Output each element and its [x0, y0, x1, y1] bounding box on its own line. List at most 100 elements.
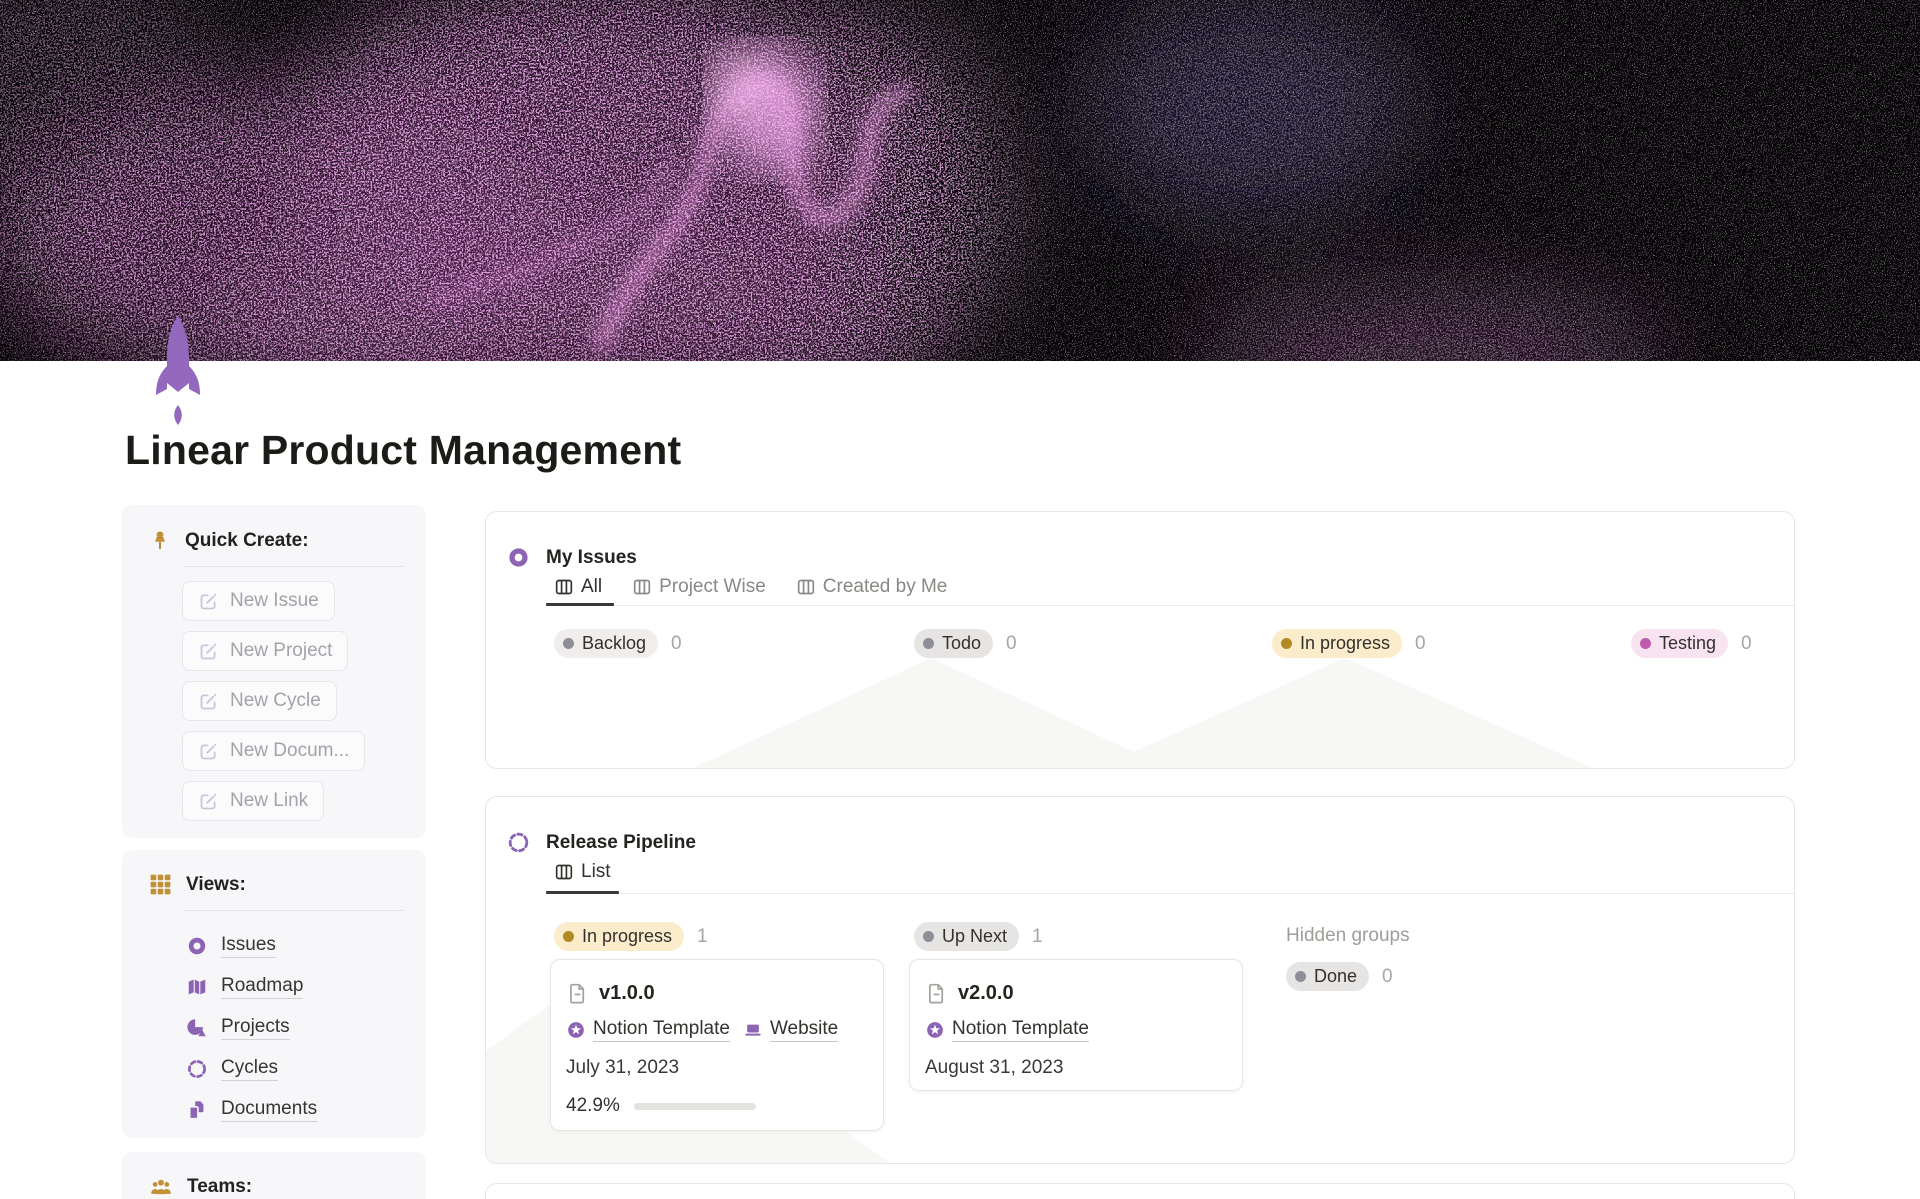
compose-icon — [200, 793, 217, 809]
group-count: 0 — [1741, 632, 1752, 654]
status-badge[interactable]: Done — [1286, 962, 1370, 991]
notion-badge-icon — [568, 1022, 584, 1038]
pages-icon — [188, 1100, 204, 1120]
divider — [546, 605, 1794, 606]
database-title: My Issues — [546, 546, 637, 568]
release-date: August 31, 2023 — [925, 1057, 1064, 1078]
group-testing: Testing 0 — [1631, 629, 1752, 658]
release-card-v2[interactable]: v2.0.0 Notion Template August 31, 2023 — [909, 959, 1243, 1091]
button-label: New Project — [230, 640, 333, 661]
tab-label: Project Wise — [659, 576, 766, 597]
group-count: 0 — [1006, 632, 1017, 654]
teams-box: Teams: — [122, 1152, 426, 1199]
quick-create-heading: Quick Create: — [185, 530, 309, 551]
status-label: Backlog — [582, 633, 647, 653]
status-badge[interactable]: Up Next — [914, 922, 1020, 951]
link-label: Notion Template — [593, 1018, 730, 1042]
status-dot — [923, 638, 934, 649]
new-cycle-button[interactable]: New Cycle — [182, 681, 337, 721]
release-title: v2.0.0 — [958, 982, 1014, 1004]
map-icon — [188, 979, 206, 994]
new-link-button[interactable]: New Link — [182, 781, 325, 821]
compose-icon — [200, 743, 217, 759]
tab-project-wise[interactable]: Project Wise — [632, 576, 766, 598]
status-badge[interactable]: Todo — [914, 629, 994, 658]
release-card-v1[interactable]: v1.0.0 Notion Template Website July 31, … — [550, 959, 884, 1131]
status-label: Testing — [1659, 633, 1717, 653]
group-up-next: Up Next 1 — [914, 922, 1043, 951]
decorative-triangle — [691, 658, 1171, 768]
target-icon — [188, 937, 206, 954]
laptop-icon — [745, 1024, 761, 1036]
sidebar-item-projects[interactable]: Projects — [186, 1007, 290, 1048]
status-dot — [1640, 638, 1651, 649]
sidebar-item-issues[interactable]: Issues — [186, 925, 276, 966]
sidebar-item-roadmap[interactable]: Roadmap — [186, 966, 304, 1007]
status-badge[interactable]: In progress — [1272, 629, 1403, 658]
tab-label: All — [581, 576, 603, 597]
grid-icon — [150, 874, 171, 895]
tab-created-by-me[interactable]: Created by Me — [796, 576, 948, 598]
button-label: New Docum... — [230, 740, 350, 761]
status-badge[interactable]: Backlog — [554, 629, 659, 658]
board-icon — [555, 579, 573, 595]
sidebar-item-documents[interactable]: Documents — [186, 1089, 318, 1130]
sidebar-link-label: Documents — [221, 1098, 318, 1122]
status-dot — [923, 931, 934, 942]
database-title: Release Pipeline — [546, 831, 696, 853]
status-label: In progress — [582, 926, 673, 946]
rocket-page-icon[interactable] — [148, 310, 208, 430]
tab-label: Created by Me — [822, 576, 948, 597]
tab-list[interactable]: List — [554, 861, 611, 883]
board-icon — [633, 579, 651, 595]
tab-all[interactable]: All — [554, 576, 602, 598]
divider — [184, 910, 404, 911]
hidden-groups-label[interactable]: Hidden groups — [1286, 925, 1410, 947]
active-tab-underline — [546, 603, 614, 606]
board-icon — [797, 579, 814, 595]
compose-icon — [200, 693, 217, 709]
target-icon — [509, 548, 528, 567]
divider — [184, 566, 404, 567]
new-project-button[interactable]: New Project — [182, 631, 349, 671]
views-box: Views: Issues Roadmap Projects Cycles Do… — [122, 850, 426, 1138]
decorative-triangle — [1095, 658, 1595, 768]
my-issues-card: My Issues All Project Wise Created by Me — [485, 511, 1795, 769]
group-in-progress: In progress 0 — [1272, 629, 1426, 658]
link-label: Website — [769, 1018, 839, 1042]
sidebar-link-label: Roadmap — [221, 975, 304, 999]
release-pipeline-card: Release Pipeline List In progress 1 Up N… — [485, 796, 1795, 1164]
notion-template-link[interactable]: Notion Template — [925, 1018, 1089, 1042]
button-label: New Issue — [230, 590, 319, 611]
tab-label: List — [581, 861, 611, 882]
notion-template-link[interactable]: Notion Template — [566, 1018, 730, 1042]
status-dot — [1281, 638, 1292, 649]
new-issue-button[interactable]: New Issue — [182, 581, 335, 621]
status-label: Up Next — [942, 926, 1008, 946]
views-heading: Views: — [186, 873, 246, 895]
group-in-progress: In progress 1 — [554, 922, 708, 951]
sidebar-link-label: Issues — [221, 934, 276, 958]
people-icon — [151, 1179, 171, 1195]
status-dot — [563, 638, 574, 649]
sidebar-link-label: Projects — [221, 1016, 290, 1040]
page-icon — [929, 983, 944, 1004]
cover-image[interactable] — [0, 0, 1920, 361]
page-title: Linear Product Management — [125, 427, 682, 473]
status-label: In progress — [1300, 633, 1391, 653]
group-todo: Todo 0 — [914, 629, 1017, 658]
status-dot — [1295, 971, 1306, 982]
sidebar-link-label: Cycles — [221, 1057, 279, 1081]
active-tab-underline — [546, 891, 619, 894]
status-dot — [563, 931, 574, 942]
dashed-circle-icon — [188, 1059, 206, 1078]
status-badge[interactable]: Testing — [1631, 629, 1729, 658]
website-link[interactable]: Website — [743, 1018, 839, 1042]
progress-value: 42.9% — [566, 1095, 620, 1116]
compose-icon — [200, 593, 217, 609]
group-count: 1 — [697, 925, 708, 947]
new-document-button[interactable]: New Docum... — [182, 731, 366, 771]
status-badge[interactable]: In progress — [554, 922, 685, 951]
button-label: New Link — [230, 790, 309, 811]
sidebar-item-cycles[interactable]: Cycles — [186, 1048, 279, 1089]
